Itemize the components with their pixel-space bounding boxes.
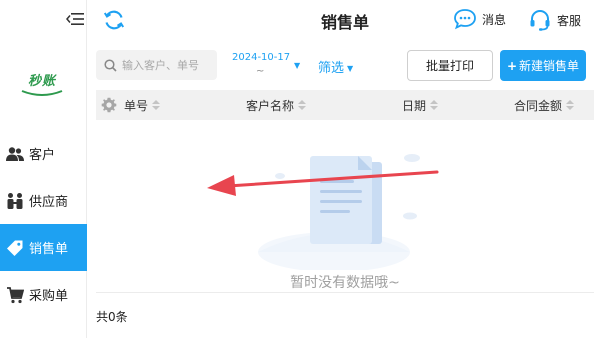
sidebar-item-label: 采购单: [29, 289, 69, 304]
users-icon: [6, 145, 24, 163]
new-sales-order-button[interactable]: + 新建销售单: [500, 50, 586, 81]
batch-print-button[interactable]: 批量打印: [407, 50, 493, 81]
app-window: 秒账 客户 供应商 销售单 采购单 销售单 消息 客服 输入客户、单号 2024…: [0, 0, 602, 338]
caret-down-icon: ▼: [347, 64, 354, 73]
customer-service-button[interactable]: 客服: [528, 8, 581, 32]
sort-icon: [566, 100, 575, 110]
search-icon: [104, 58, 117, 72]
caret-down-icon: ▼: [294, 61, 301, 70]
column-label: 单号: [124, 98, 149, 113]
search-input[interactable]: [122, 58, 214, 72]
sidebar: 秒账 客户 供应商 销售单 采购单: [0, 0, 87, 338]
new-order-label: 新建销售单: [519, 59, 580, 73]
table-header: 单号 客户名称 日期 合同金额: [96, 90, 594, 120]
plus-icon: +: [506, 58, 518, 73]
sidebar-item-suppliers[interactable]: 供应商: [0, 177, 87, 224]
sidebar-item-label: 销售单: [29, 242, 69, 257]
tag-icon: [6, 239, 24, 257]
empty-document-illustration: [258, 154, 420, 270]
sidebar-item-purchase-order[interactable]: 采购单: [0, 271, 87, 318]
service-label: 客服: [557, 13, 582, 28]
sidebar-item-customers[interactable]: 客户: [0, 130, 87, 177]
filter-label: 筛选: [318, 61, 345, 76]
column-label: 客户名称: [246, 98, 295, 113]
date-range-selector[interactable]: 2024-10-17 ~ ▼: [232, 51, 304, 79]
column-label: 合同金额: [514, 98, 563, 113]
sort-icon: [430, 100, 439, 110]
top-header: 销售单 消息 客服: [88, 0, 602, 40]
sort-icon: [298, 100, 307, 110]
sidebar-item-sales-order[interactable]: 销售单: [0, 224, 87, 271]
column-customer-name[interactable]: 客户名称: [246, 90, 307, 120]
total-count: 共0条: [96, 310, 128, 324]
column-label: 日期: [402, 98, 427, 113]
empty-state: 暂时没有数据哦~: [96, 120, 594, 292]
supplier-icon: [6, 192, 24, 210]
batch-print-label: 批量打印: [425, 59, 474, 73]
app-logo: 秒账: [16, 70, 68, 100]
empty-state-text: 暂时没有数据哦~: [290, 275, 400, 291]
collapse-menu-icon[interactable]: [66, 11, 84, 27]
column-date[interactable]: 日期: [402, 90, 439, 120]
gear-icon[interactable]: [101, 97, 117, 113]
message-icon: [454, 9, 476, 30]
sidebar-item-label: 客户: [29, 148, 56, 163]
message-label: 消息: [482, 12, 507, 27]
sort-icon: [152, 100, 161, 110]
search-box[interactable]: [96, 50, 217, 80]
page-title: 销售单: [320, 13, 369, 32]
footer-divider: [96, 292, 594, 293]
headset-icon: [530, 10, 550, 31]
filter-dropdown[interactable]: 筛选 ▼: [318, 57, 353, 76]
logo-swoosh: [21, 90, 63, 96]
column-contract-amount[interactable]: 合同金额: [514, 90, 575, 120]
sidebar-item-label: 供应商: [29, 195, 69, 210]
message-button[interactable]: 消息: [453, 8, 506, 30]
column-order-number[interactable]: 单号: [124, 90, 161, 120]
cart-icon: [6, 286, 24, 304]
sidebar-nav: 客户 供应商 销售单 采购单: [0, 130, 87, 318]
logo-text: 秒账: [27, 74, 56, 89]
